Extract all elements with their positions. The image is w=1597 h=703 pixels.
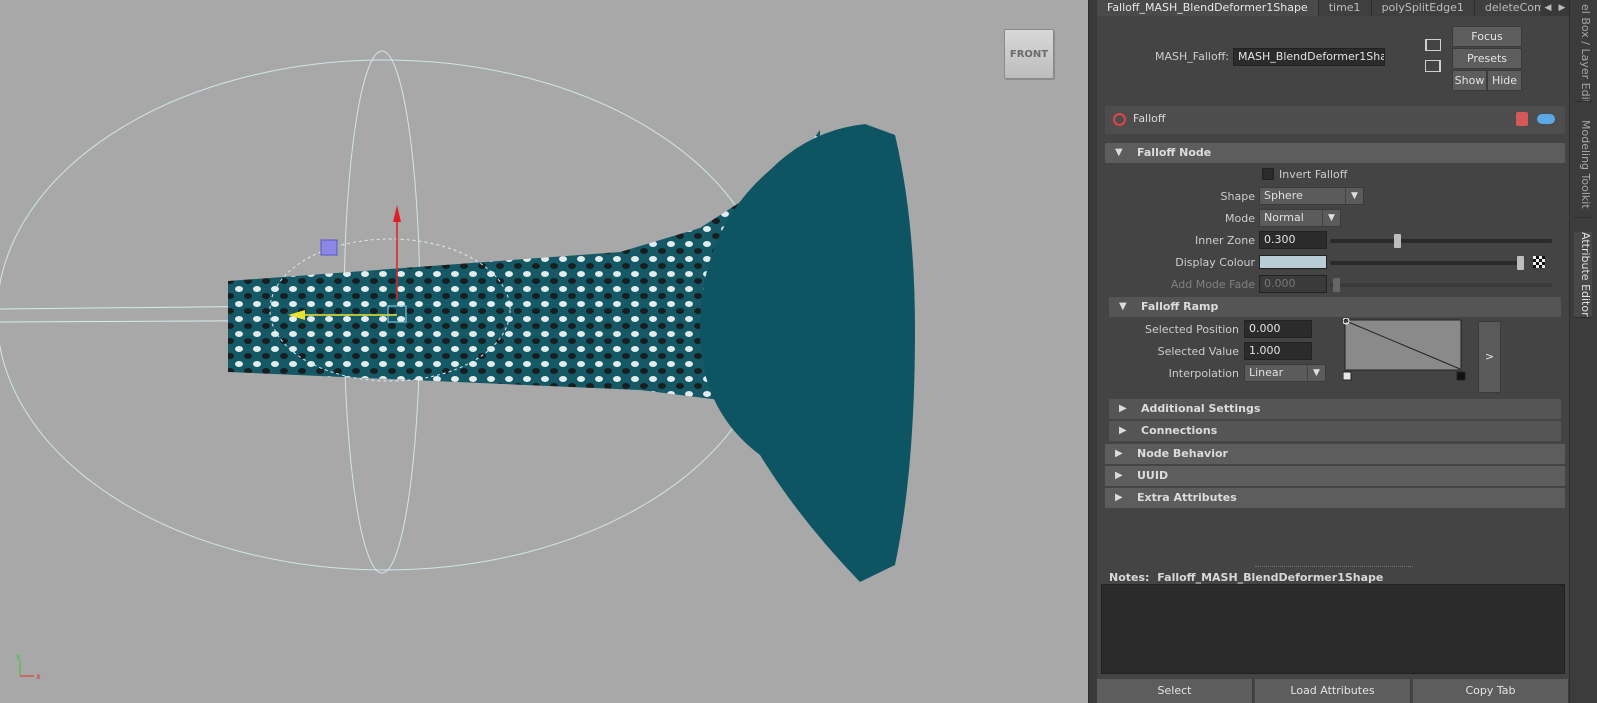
tab-time1[interactable]: time1 (1318, 0, 1372, 16)
node-name-label: MASH_Falloff: (1155, 50, 1229, 63)
axis-indicator-y-label: y (16, 652, 21, 661)
display-colour-swatch[interactable] (1259, 255, 1327, 269)
ramp-handle-right (1456, 371, 1466, 381)
node-name-field[interactable]: MASH_BlendDeformer1Shape (1233, 48, 1385, 66)
chevron-down-icon: ▼ (1307, 365, 1325, 381)
ramp-handle-left (1343, 371, 1352, 381)
invert-falloff-label: Invert Falloff (1279, 168, 1348, 181)
tab-polysplitedge1[interactable]: polySplitEdge1 (1371, 0, 1475, 16)
select-button[interactable]: Select (1097, 679, 1253, 703)
chevron-down-icon: ▼ (1322, 210, 1340, 226)
section-falloff-ramp-label: Falloff Ramp (1141, 300, 1219, 313)
show-button[interactable]: Show (1452, 70, 1487, 91)
inner-zone-label: Inner Zone (1195, 234, 1255, 247)
section-node-behavior[interactable]: ▶ Node Behavior (1105, 444, 1565, 464)
inner-zone-slider[interactable] (1330, 239, 1552, 243)
notes-node-name: Falloff_MASH_BlendDeformer1Shape (1157, 571, 1384, 584)
notes-label-text: Notes: (1109, 571, 1150, 584)
display-colour-slider-thumb[interactable] (1517, 256, 1524, 270)
expanded-triangle-icon: ▼ (1115, 147, 1123, 158)
section-additional-settings-label: Additional Settings (1141, 402, 1261, 415)
tab-scroll-left-icon[interactable]: ◀ (1545, 3, 1552, 13)
collapsed-triangle-icon: ▶ (1119, 403, 1127, 414)
selected-position-label: Selected Position (1144, 323, 1239, 336)
shape-value: Sphere (1264, 189, 1303, 202)
add-mode-fade-slider-thumb[interactable] (1333, 278, 1340, 292)
collapsed-triangle-icon: ▶ (1115, 448, 1123, 459)
scene-canvas[interactable]: x y (0, 0, 1088, 703)
section-falloff-node-label: Falloff Node (1137, 146, 1212, 159)
notes-label: Notes: Falloff_MASH_BlendDeformer1Shape (1109, 571, 1383, 584)
add-mode-fade-label: Add Mode Fade (1170, 278, 1255, 291)
output-connection-icon[interactable] (1425, 60, 1441, 72)
section-falloff-ramp[interactable]: ▼ Falloff Ramp (1109, 297, 1561, 317)
shape-dropdown[interactable]: Sphere ▼ (1259, 187, 1364, 205)
presets-button[interactable]: Presets (1452, 48, 1522, 69)
mode-value: Normal (1264, 211, 1304, 224)
section-connections[interactable]: ▶ Connections (1109, 421, 1561, 441)
collapsed-triangle-icon: ▶ (1115, 492, 1123, 503)
section-falloff-node[interactable]: ▼ Falloff Node (1105, 143, 1565, 163)
hide-button[interactable]: Hide (1487, 70, 1522, 91)
interpolation-value: Linear (1249, 366, 1284, 379)
falloff-ramp-graph[interactable] (1343, 318, 1467, 386)
checker-map-icon[interactable] (1533, 256, 1545, 268)
mode-dropdown[interactable]: Normal ▼ (1259, 209, 1341, 227)
tab-scroll-arrows[interactable]: ◀ ▶ (1541, 0, 1569, 16)
side-tab-strip: el Box / Layer Editor Modeling Toolkit A… (1569, 0, 1597, 703)
view-cube-front[interactable]: FRONT (1004, 29, 1054, 79)
tab-scroll-right-icon[interactable]: ▶ (1559, 3, 1566, 13)
mesh-bell (700, 124, 915, 582)
add-mode-fade-slider[interactable] (1330, 283, 1552, 287)
selected-value-field[interactable]: 1.000 (1244, 342, 1312, 360)
copy-tab-button[interactable]: Copy Tab (1413, 679, 1569, 703)
section-uuid-label: UUID (1137, 469, 1169, 482)
expanded-triangle-icon: ▼ (1119, 301, 1127, 312)
invert-falloff-checkbox[interactable] (1262, 168, 1274, 180)
section-node-behavior-label: Node Behavior (1137, 447, 1228, 460)
viewport[interactable]: x y FRONT (0, 0, 1088, 703)
chevron-down-icon: ▼ (1345, 188, 1363, 204)
scale-handle (320, 239, 338, 256)
collapsed-triangle-icon: ▶ (1115, 470, 1123, 481)
section-additional-settings[interactable]: ▶ Additional Settings (1109, 399, 1561, 419)
load-attributes-button[interactable]: Load Attributes (1255, 679, 1411, 703)
interpolation-label: Interpolation (1168, 367, 1239, 380)
side-tab-modeling-toolkit[interactable]: Modeling Toolkit (1574, 120, 1592, 218)
axis-indicator-x-label: x (36, 672, 41, 681)
attribute-editor: Falloff_MASH_BlendDeformer1Shape time1 p… (1097, 0, 1569, 703)
side-tab-channel-box[interactable]: el Box / Layer Editor (1574, 4, 1592, 102)
delete-node-icon[interactable] (1516, 112, 1528, 126)
notes-splitter[interactable] (1255, 566, 1413, 568)
ramp-expand-button[interactable]: > (1478, 321, 1501, 393)
node-tab-bar: Falloff_MASH_BlendDeformer1Shape time1 p… (1097, 0, 1569, 16)
display-colour-slider[interactable] (1330, 261, 1522, 265)
add-mode-fade-field[interactable]: 0.000 (1259, 275, 1327, 293)
falloff-title: Falloff (1133, 112, 1166, 125)
shape-label: Shape (1220, 190, 1255, 203)
input-connection-icon[interactable] (1425, 39, 1441, 51)
focus-button[interactable]: Focus (1452, 26, 1522, 47)
enable-toggle[interactable] (1537, 114, 1555, 124)
interpolation-dropdown[interactable]: Linear ▼ (1244, 364, 1326, 382)
section-extra-attributes-label: Extra Attributes (1137, 491, 1237, 504)
selected-value-label: Selected Value (1157, 345, 1239, 358)
collapsed-triangle-icon: ▶ (1119, 425, 1127, 436)
y-axis-arrow (393, 205, 401, 222)
section-extra-attributes[interactable]: ▶ Extra Attributes (1105, 488, 1565, 508)
side-tab-attribute-editor[interactable]: Attribute Editor (1574, 232, 1592, 318)
section-uuid[interactable]: ▶ UUID (1105, 466, 1565, 486)
falloff-target-icon (1113, 113, 1126, 126)
inner-zone-field[interactable]: 0.300 (1259, 231, 1327, 249)
section-connections-label: Connections (1141, 424, 1218, 437)
tab-falloff-shape[interactable]: Falloff_MASH_BlendDeformer1Shape (1097, 0, 1319, 16)
mode-label: Mode (1225, 212, 1255, 225)
falloff-header: Falloff (1105, 106, 1565, 134)
inner-zone-slider-thumb[interactable] (1393, 234, 1401, 248)
display-colour-label: Display Colour (1175, 256, 1255, 269)
selected-position-field[interactable]: 0.000 (1244, 320, 1312, 338)
panel-splitter[interactable] (1088, 0, 1097, 703)
notes-textarea[interactable] (1101, 584, 1565, 674)
